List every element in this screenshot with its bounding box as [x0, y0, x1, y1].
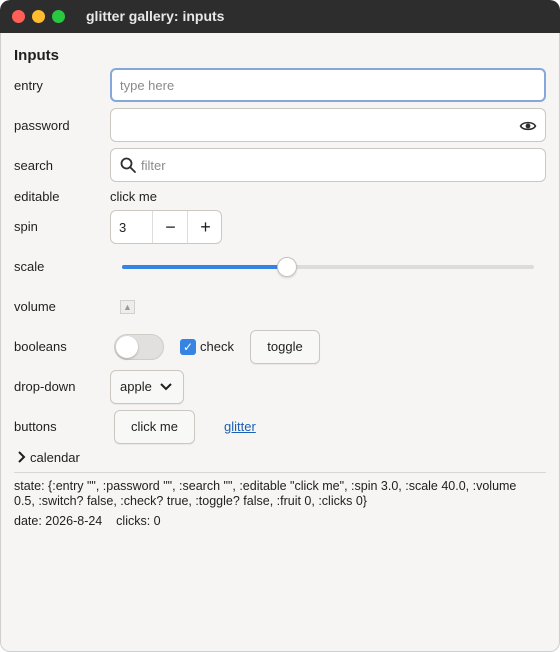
switch-knob	[116, 336, 138, 358]
clicks-readout: clicks: 0	[116, 514, 161, 528]
spin-label: spin	[14, 219, 38, 234]
scale-slider[interactable]	[122, 265, 534, 269]
scale-handle[interactable]	[276, 257, 297, 277]
search-input[interactable]: filter	[110, 148, 546, 182]
close-window-button[interactable]	[12, 10, 25, 23]
spin-increment-button[interactable]: +	[187, 211, 223, 243]
editable-label-field[interactable]: click me	[110, 189, 157, 204]
search-icon	[119, 156, 137, 174]
dropdown-selected-value: apple	[120, 379, 152, 394]
window-title: glitter gallery: inputs	[86, 8, 225, 24]
chevron-down-icon	[159, 372, 173, 413]
state-readout: state: {:entry "", :password "", :search…	[14, 479, 517, 508]
date-readout: date: 2026-8-24	[14, 514, 103, 528]
status-line: date: 2026-8-24 clicks: 0	[14, 514, 161, 528]
dropdown-label: drop-down	[14, 379, 76, 394]
glitter-link[interactable]: glitter	[224, 419, 256, 434]
scale-fill	[122, 265, 287, 269]
entry-placeholder: type here	[120, 78, 175, 93]
calendar-label: calendar	[30, 450, 80, 465]
section-title: Inputs	[14, 47, 59, 64]
app-window: glitter gallery: inputs Inputs entry typ…	[0, 0, 560, 652]
volume-label: volume	[14, 299, 56, 314]
password-input[interactable]	[110, 108, 546, 142]
switch-toggle[interactable]	[114, 334, 164, 360]
chevron-right-icon	[16, 450, 26, 467]
click-me-button[interactable]: click me	[114, 410, 195, 444]
maximize-window-button[interactable]	[52, 10, 65, 23]
fruit-dropdown[interactable]: apple	[110, 370, 184, 404]
entry-label: entry	[14, 78, 43, 93]
title-bar: glitter gallery: inputs	[0, 0, 560, 33]
eye-icon[interactable]	[519, 117, 537, 135]
search-placeholder: filter	[141, 158, 166, 173]
minimize-window-button[interactable]	[32, 10, 45, 23]
buttons-label: buttons	[14, 419, 57, 434]
divider	[14, 472, 546, 473]
editable-label: editable	[14, 189, 60, 204]
search-label: search	[14, 158, 54, 173]
spin-decrement-button[interactable]: −	[152, 211, 188, 243]
checkmark-icon: ✓	[182, 340, 194, 354]
entry-input[interactable]: type here	[110, 68, 546, 102]
volume-button[interactable]: ▲	[120, 300, 135, 314]
spin-button: 3 − +	[110, 210, 222, 244]
password-label: password	[14, 118, 70, 133]
booleans-label: booleans	[14, 339, 67, 354]
scale-label: scale	[14, 259, 45, 274]
checkbox[interactable]: ✓	[180, 339, 196, 355]
speaker-icon: ▲	[123, 302, 132, 312]
spin-value[interactable]: 3	[119, 220, 126, 235]
toggle-button[interactable]: toggle	[250, 330, 320, 364]
checkbox-label[interactable]: check	[200, 339, 234, 354]
